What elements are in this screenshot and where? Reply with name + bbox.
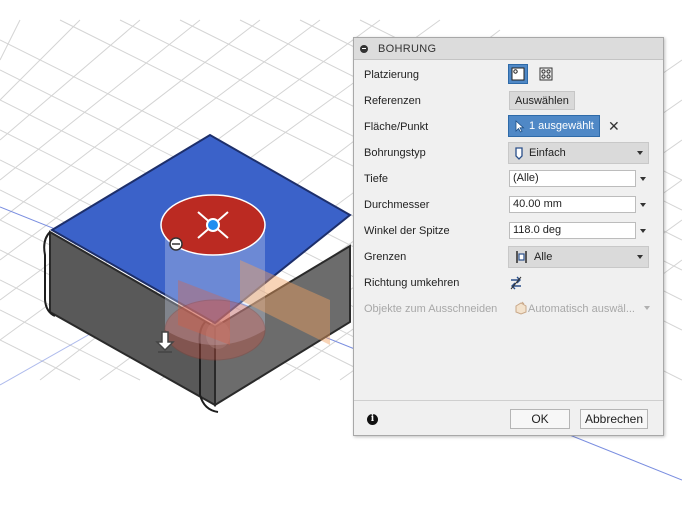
face-point-label: Fläche/Punkt — [364, 121, 429, 133]
lock-icon[interactable] — [169, 237, 183, 251]
references-label: Referenzen — [364, 95, 421, 107]
objects-to-cut-value: Automatisch auswäl... — [528, 303, 635, 315]
flip-direction-label: Richtung umkehren — [364, 277, 460, 289]
extents-dropdown[interactable]: Alle — [508, 246, 649, 268]
face-point-selection-text: 1 ausgewählt — [529, 120, 594, 132]
tip-angle-input[interactable]: 118.0 deg — [509, 222, 636, 239]
ok-button[interactable]: OK — [510, 409, 570, 429]
auto-select-objects-icon — [514, 301, 528, 318]
row-placement: Platzierung — [364, 64, 654, 85]
diameter-input[interactable]: 40.00 mm — [509, 196, 636, 213]
footer-divider — [354, 400, 663, 401]
multi-hole-placement-button[interactable] — [536, 64, 556, 84]
extents-chevron-down-icon — [637, 255, 643, 259]
chevron-down-icon — [637, 151, 643, 155]
hole-type-dropdown[interactable]: Einfach — [508, 142, 649, 164]
collapse-circle-icon[interactable] — [360, 44, 368, 53]
single-hole-placement-icon — [511, 67, 525, 81]
single-hole-placement-button[interactable] — [508, 64, 528, 84]
depth-input[interactable]: (Alle) — [509, 170, 636, 187]
dialog-header: BOHRUNG — [354, 38, 663, 60]
hole-type-label: Bohrungstyp — [364, 147, 426, 159]
dialog-title: BOHRUNG — [378, 42, 437, 55]
objects-to-cut-label: Objekte zum Ausschneiden — [364, 303, 498, 315]
flip-direction-button[interactable] — [508, 275, 524, 294]
row-face-point: Fläche/Punkt 1 ausgewählt ✕ — [364, 115, 654, 137]
objects-to-cut-dropdown: Automatisch auswäl... — [508, 298, 655, 320]
row-depth: Tiefe (Alle) — [364, 169, 654, 189]
row-objects-to-cut: Objekte zum Ausschneiden Automatisch aus… — [364, 299, 654, 319]
info-icon[interactable]: i — [367, 414, 378, 425]
cancel-button[interactable]: Abbrechen — [580, 409, 648, 429]
simple-hole-icon — [515, 146, 523, 160]
diameter-chevron-down-icon[interactable] — [640, 203, 646, 207]
depth-chevron-down-icon[interactable] — [640, 177, 646, 181]
placement-label: Platzierung — [364, 69, 420, 81]
flip-direction-icon — [510, 276, 522, 290]
references-select-button[interactable]: Auswählen — [509, 91, 575, 110]
cursor-arrow-icon — [515, 119, 525, 133]
row-flip-direction: Richtung umkehren — [364, 273, 654, 293]
extents-value: Alle — [534, 251, 553, 263]
hole-type-value: Einfach — [529, 147, 566, 159]
close-x-icon[interactable]: ✕ — [608, 117, 620, 135]
row-extents: Grenzen Alle — [364, 246, 654, 268]
row-references: Referenzen Auswählen — [364, 91, 654, 111]
multi-hole-placement-icon — [539, 67, 553, 81]
face-point-selection-button[interactable]: 1 ausgewählt — [508, 115, 600, 137]
extents-label: Grenzen — [364, 251, 407, 263]
row-tip-angle: Winkel der Spitze 118.0 deg — [364, 221, 654, 241]
hole-dialog: BOHRUNG Platzierung Referenzen Auswählen… — [353, 37, 664, 436]
row-diameter: Durchmesser 40.00 mm — [364, 195, 654, 215]
objects-chevron-down-icon — [644, 306, 650, 310]
depth-label: Tiefe — [364, 173, 389, 185]
row-hole-type: Bohrungstyp Einfach — [364, 142, 654, 164]
diameter-label: Durchmesser — [364, 199, 430, 211]
tip-angle-chevron-down-icon[interactable] — [640, 229, 646, 233]
extents-all-icon — [515, 250, 528, 264]
tip-angle-label: Winkel der Spitze — [364, 225, 450, 237]
